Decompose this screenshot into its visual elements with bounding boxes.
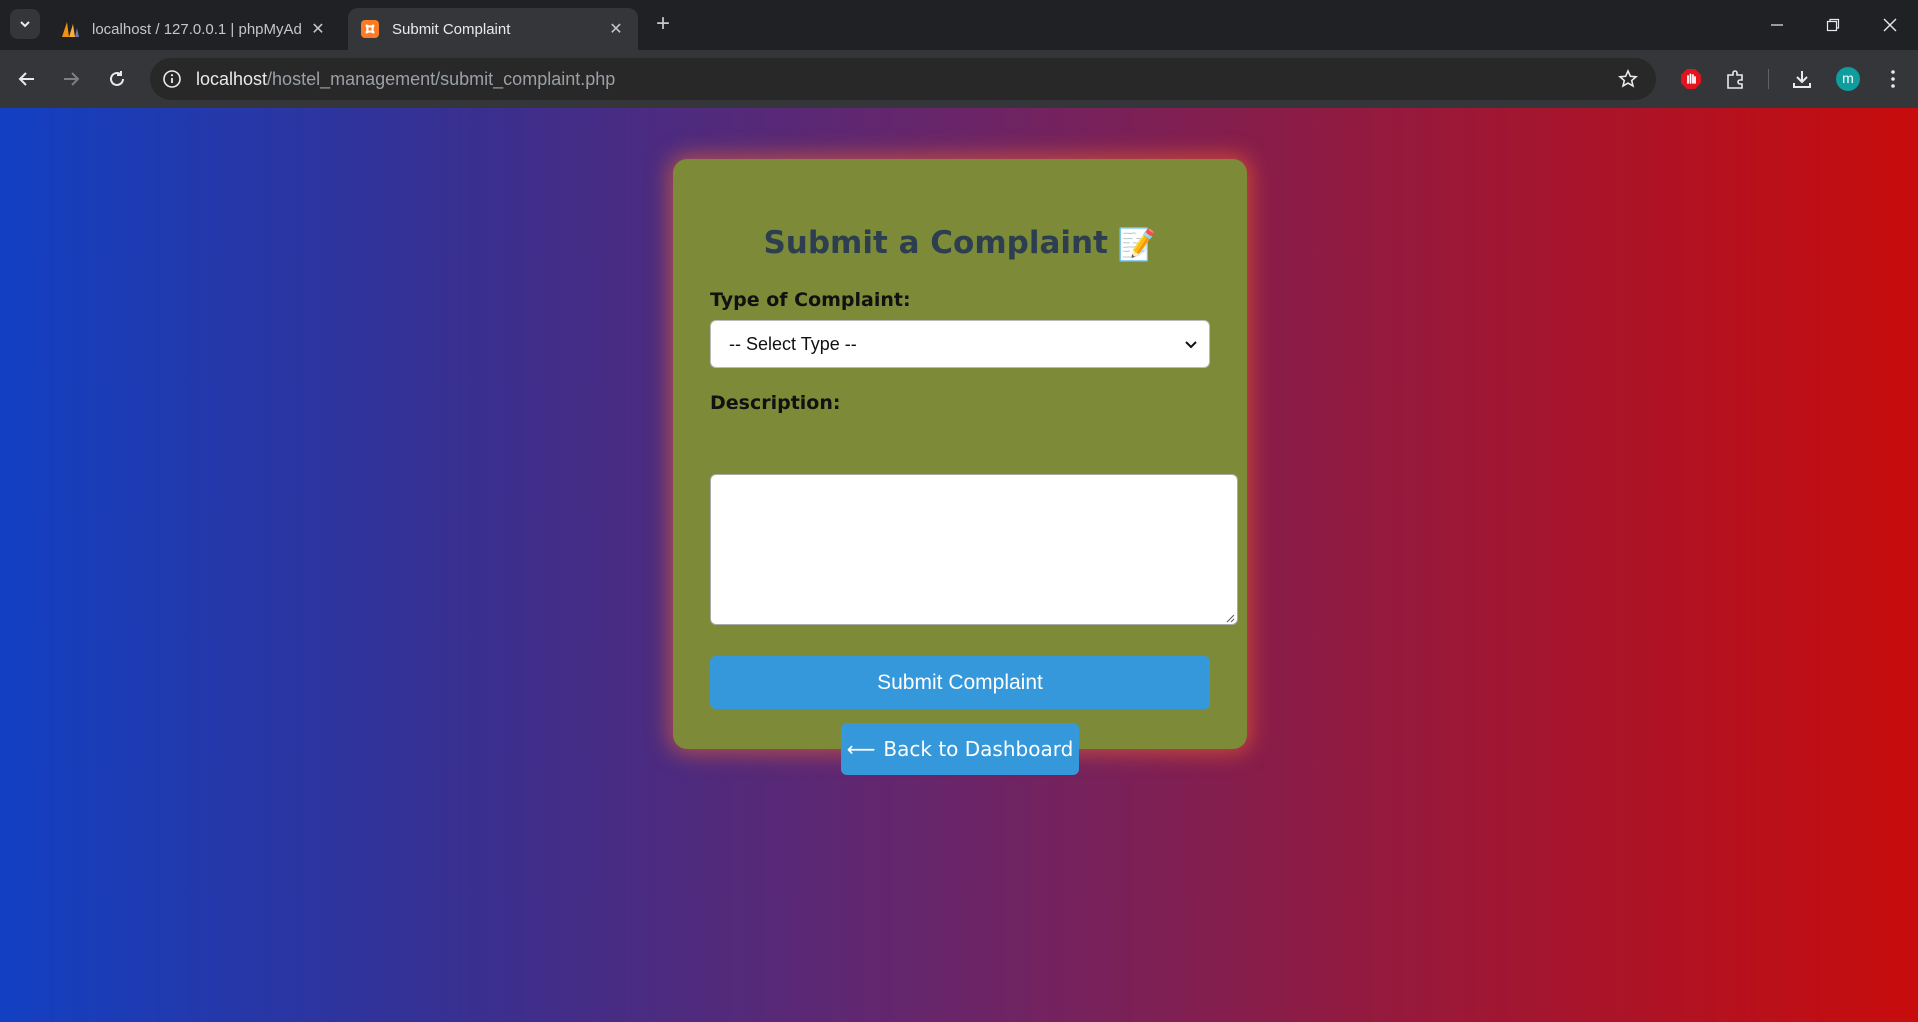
browser-tab-bar: localhost / 127.0.0.1 | phpMyAd ✕ Submit… (0, 0, 1918, 50)
profile-avatar[interactable]: m (1836, 67, 1860, 91)
back-arrow-icon[interactable] (14, 66, 40, 92)
complaint-type-select[interactable]: -- Select Type -- (710, 320, 1210, 368)
tab-phpmyadmin[interactable]: localhost / 127.0.0.1 | phpMyAd ✕ (48, 8, 340, 50)
complaint-form-card: Submit a Complaint 📝 Type of Complaint: -… (673, 159, 1247, 775)
reload-icon[interactable] (104, 66, 130, 92)
page-background: Submit a Complaint 📝 Type of Complaint: -… (0, 108, 1918, 1022)
url-text: localhost/hostel_management/submit_compl… (196, 69, 615, 90)
tab-search-button[interactable] (10, 9, 40, 39)
extensions-puzzle-icon[interactable] (1723, 66, 1749, 92)
address-bar[interactable]: localhost/hostel_management/submit_compl… (150, 58, 1656, 100)
tab-title: localhost / 127.0.0.1 | phpMyAd (92, 20, 302, 38)
close-window-icon[interactable] (1875, 10, 1905, 40)
tab-title: Submit Complaint (392, 20, 511, 38)
description-textarea[interactable] (710, 474, 1238, 625)
close-tab-icon[interactable]: ✕ (604, 17, 628, 41)
xampp-icon (360, 19, 380, 39)
memo-icon: 📝 (1117, 227, 1157, 263)
site-info-icon[interactable] (160, 67, 184, 91)
left-arrow-icon: ⟵ (846, 737, 876, 761)
phpmyadmin-icon (60, 19, 80, 39)
close-tab-icon[interactable]: ✕ (306, 17, 330, 41)
bookmark-star-icon[interactable] (1616, 67, 1640, 91)
new-tab-button[interactable]: + (650, 11, 676, 37)
minimize-icon[interactable] (1762, 10, 1792, 40)
complaint-type-label: Type of Complaint: (710, 289, 911, 311)
back-to-dashboard-label: Back to Dashboard (883, 737, 1074, 761)
description-label: Description: (710, 392, 841, 414)
page-title: Submit a Complaint 📝 (673, 225, 1247, 263)
adblock-hand-icon[interactable] (1678, 66, 1704, 92)
back-to-dashboard-button[interactable]: ⟵ Back to Dashboard (841, 723, 1079, 775)
page-title-text: Submit a Complaint (763, 225, 1108, 261)
forward-arrow-icon[interactable] (58, 66, 84, 92)
complaint-type-selected: -- Select Type -- (729, 334, 857, 354)
submit-complaint-button[interactable]: Submit Complaint (710, 656, 1210, 709)
chevron-down-icon (1185, 341, 1197, 349)
toolbar-divider (1768, 69, 1769, 89)
browser-toolbar: localhost/hostel_management/submit_compl… (0, 50, 1918, 108)
tab-submit-complaint[interactable]: Submit Complaint ✕ (348, 8, 638, 50)
url-path: /hostel_management/submit_complaint.php (267, 69, 616, 89)
more-menu-icon[interactable] (1880, 66, 1906, 92)
chevron-down-icon (20, 21, 30, 28)
resize-grip-icon[interactable] (1225, 613, 1235, 623)
restore-icon[interactable] (1818, 10, 1848, 40)
url-host: localhost (196, 69, 268, 89)
download-icon[interactable] (1789, 66, 1815, 92)
